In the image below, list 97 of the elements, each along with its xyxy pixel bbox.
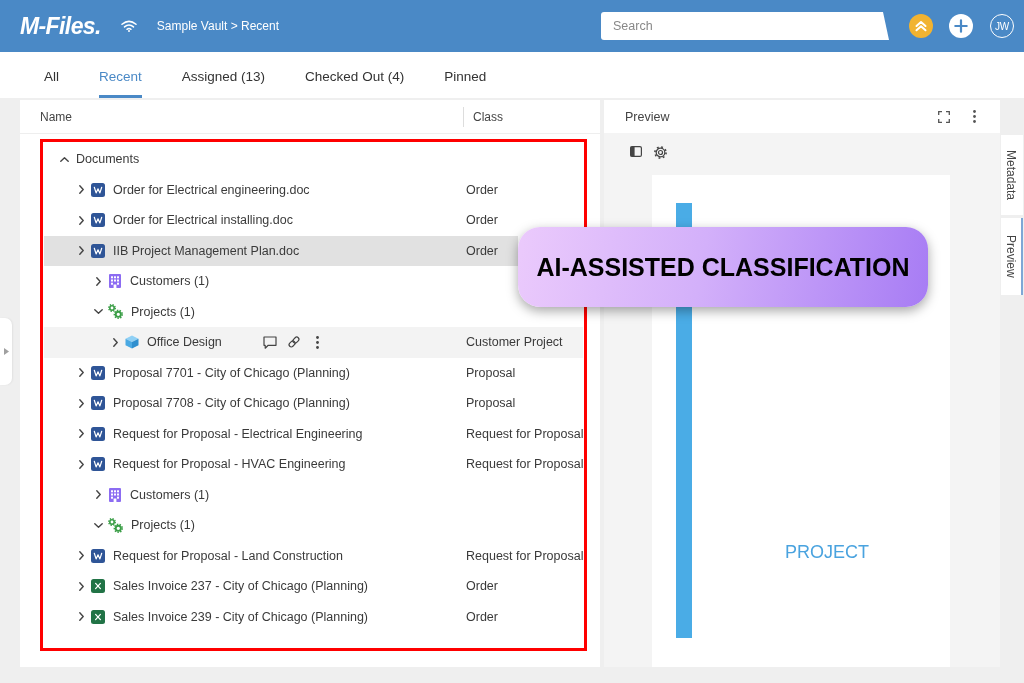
item-name: Request for Proposal - HVAC Engineering xyxy=(113,457,346,472)
building-icon xyxy=(108,487,122,502)
class-name: Proposal xyxy=(466,396,516,411)
chevron-right-icon[interactable] xyxy=(78,215,84,225)
chevron-right-icon[interactable] xyxy=(78,429,84,439)
class-name: Request for Proposal xyxy=(466,457,584,472)
chevron-right-icon[interactable] xyxy=(78,185,84,195)
document-title: PROJECT xyxy=(785,542,869,562)
group-label: Documents xyxy=(76,152,140,167)
more-icon[interactable] xyxy=(973,110,976,123)
tree-row[interactable]: Proposal 7701 - City of Chicago (Planning) Proposal xyxy=(44,357,583,388)
item-name: Sales Invoice 237 - City of Chicago (Planning) xyxy=(113,579,368,594)
document-icon xyxy=(91,396,105,411)
more-icon[interactable] xyxy=(315,335,319,349)
class-name: Order xyxy=(466,182,498,197)
tree-row[interactable]: Proposal 7708 - City of Chicago (Planning) Proposal xyxy=(44,388,583,419)
search-field[interactable]: Search xyxy=(601,12,889,40)
chevron-right-icon[interactable] xyxy=(78,459,84,469)
document-icon xyxy=(91,426,105,441)
side-tab[interactable]: Metadata xyxy=(1001,135,1023,215)
comment-icon[interactable] xyxy=(262,335,277,349)
item-name: Office Design xyxy=(147,335,222,350)
tree-row[interactable]: Request for Proposal - HVAC Engineering Request for Proposal xyxy=(44,449,583,480)
item-name: Request for Proposal - Land Construction xyxy=(113,548,343,563)
collapse-handle[interactable] xyxy=(0,318,12,385)
cube-icon xyxy=(125,335,139,350)
breadcrumb[interactable]: Sample Vault > Recent xyxy=(156,19,279,33)
tree-row[interactable]: IIB Project Management Plan.doc Order xyxy=(44,235,518,266)
tree-row[interactable]: Order for Electrical engineering.doc Order xyxy=(44,174,583,205)
tab[interactable]: Pinned xyxy=(444,52,487,98)
item-name: Order for Electrical engineering.doc xyxy=(113,182,310,197)
class-name: Request for Proposal xyxy=(466,426,584,441)
tree-row[interactable]: Projects (1) xyxy=(44,510,583,541)
item-name: Projects (1) xyxy=(131,304,195,319)
chevron-down-icon[interactable] xyxy=(93,309,103,315)
chevron-right-icon[interactable] xyxy=(78,368,84,378)
chevron-right-icon[interactable] xyxy=(78,612,84,622)
item-name: Proposal 7708 - City of Chicago (Planning) xyxy=(113,396,350,411)
tree-row[interactable]: Customers (1) xyxy=(44,266,518,297)
item-name: Sales Invoice 239 - City of Chicago (Planning) xyxy=(113,609,368,624)
class-name: Order xyxy=(466,579,498,594)
chevron-right-icon[interactable] xyxy=(78,551,84,561)
chevron-right-icon[interactable] xyxy=(95,276,101,286)
document-icon xyxy=(91,243,105,258)
class-name: Proposal xyxy=(466,365,516,380)
chevron-down-icon[interactable] xyxy=(93,522,103,528)
item-name: Order for Electrical installing.doc xyxy=(113,213,293,228)
add-icon[interactable] xyxy=(949,14,973,38)
link-icon[interactable] xyxy=(286,335,301,350)
tab[interactable]: Assigned (13) xyxy=(181,52,266,98)
settings-icon[interactable] xyxy=(654,146,667,159)
column-header[interactable]: Name xyxy=(40,109,72,124)
item-name: IIB Project Management Plan.doc xyxy=(113,243,300,258)
chevron-right-icon[interactable] xyxy=(78,581,84,591)
tab[interactable]: All xyxy=(44,52,59,98)
tree-row[interactable]: Sales Invoice 237 - City of Chicago (Planning) Order xyxy=(44,571,583,602)
chevron-right-icon[interactable] xyxy=(78,246,84,256)
callout-tooltip: AI-ASSISTED CLASSIFICATION xyxy=(518,227,928,307)
chevron-right-icon[interactable] xyxy=(95,490,101,500)
item-name: Proposal 7701 - City of Chicago (Planning) xyxy=(113,365,350,380)
tree-row[interactable]: Request for Proposal - Electrical Engineering Request for Proposal xyxy=(44,418,583,449)
class-name: Request for Proposal xyxy=(466,548,584,563)
item-name: Customers (1) xyxy=(130,274,210,289)
item-name: Projects (1) xyxy=(131,518,195,533)
class-name: Order xyxy=(466,213,498,228)
spreadsheet-icon xyxy=(91,609,105,624)
document-icon xyxy=(91,457,105,472)
chevron-up-icon[interactable] xyxy=(59,156,69,162)
chevron-right-icon[interactable] xyxy=(78,398,84,408)
class-name: Order xyxy=(466,609,498,624)
app-logo[interactable]: M-Files. xyxy=(20,12,101,40)
document-icon xyxy=(91,365,105,380)
document-icon xyxy=(91,548,105,563)
fullscreen-icon[interactable] xyxy=(938,110,950,123)
item-name: Request for Proposal - Electrical Engineering xyxy=(113,426,363,441)
column-header[interactable]: Class xyxy=(473,109,503,124)
tree-row[interactable]: Sales Invoice 239 - City of Chicago (Planning) Order xyxy=(44,601,583,632)
panel-icon[interactable] xyxy=(630,146,642,157)
document-icon xyxy=(91,213,105,228)
tree-row[interactable]: Customers (1) xyxy=(44,479,583,510)
chevron-right-icon[interactable] xyxy=(112,337,118,347)
gears-icon xyxy=(108,304,123,320)
class-name: Customer Project xyxy=(466,335,563,350)
item-name: Customers (1) xyxy=(130,487,210,502)
spreadsheet-icon xyxy=(91,579,105,594)
chevrons-up-icon[interactable] xyxy=(909,14,933,38)
side-tab[interactable]: Preview xyxy=(1001,218,1023,295)
tab[interactable]: Checked Out (4) xyxy=(305,52,405,98)
document-icon xyxy=(91,182,105,197)
caret-icon xyxy=(3,348,9,355)
wifi-icon xyxy=(120,20,137,32)
tree-row[interactable]: Office Design Customer Project xyxy=(44,327,583,358)
gears-icon xyxy=(108,517,123,533)
class-name: Order xyxy=(466,243,498,258)
tree-row[interactable]: Request for Proposal - Land Construction Request for Proposal xyxy=(44,540,583,571)
panel-title: Preview xyxy=(625,109,670,124)
building-icon xyxy=(108,274,122,289)
